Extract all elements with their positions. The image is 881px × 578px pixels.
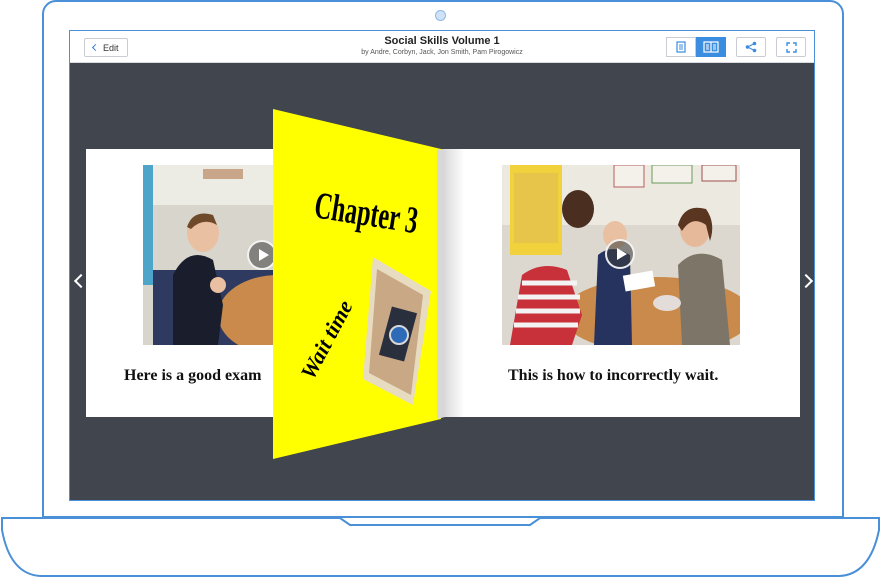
share-icon	[745, 41, 757, 53]
left-page-photo[interactable]	[143, 165, 293, 345]
camera-dot	[435, 10, 446, 21]
right-page: This is how to incorrectly wait.	[440, 149, 800, 417]
play-icon	[616, 248, 627, 260]
right-page-caption: This is how to incorrectly wait.	[508, 367, 719, 384]
left-page-caption: Here is a good exam	[124, 367, 262, 384]
two-page-icon	[703, 41, 719, 53]
play-icon	[258, 249, 269, 261]
single-page-icon	[676, 41, 686, 53]
right-page-photo[interactable]	[502, 165, 740, 345]
reader-toolbar: Edit Social Skills Volume 1 by Andre, Co…	[70, 31, 814, 63]
reader-screen: Edit Social Skills Volume 1 by Andre, Co…	[69, 30, 815, 501]
play-video-button[interactable]	[605, 239, 635, 269]
single-page-view-button[interactable]	[666, 37, 696, 57]
laptop-base	[1, 517, 880, 577]
fullscreen-button[interactable]	[776, 37, 806, 57]
share-button[interactable]	[736, 37, 766, 57]
turning-page[interactable]: Chapter 3 Wait time	[273, 109, 445, 459]
fullscreen-icon	[785, 41, 797, 53]
view-mode-toggle	[666, 37, 726, 57]
next-page-arrow[interactable]	[798, 273, 814, 289]
two-page-view-button[interactable]	[696, 37, 726, 57]
